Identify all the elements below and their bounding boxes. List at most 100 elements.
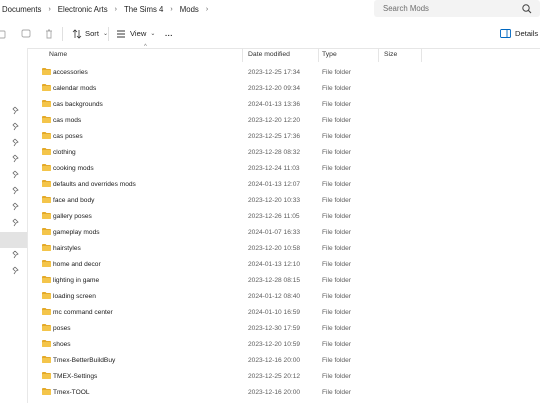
table-row[interactable]: cas mods 2023-12-20 12:20 File folder	[28, 112, 540, 128]
breadcrumb-electronic-arts[interactable]: Electronic Arts	[56, 5, 110, 14]
column-header-type[interactable]: Type	[322, 51, 337, 58]
search-box[interactable]: Search Mods	[374, 0, 540, 17]
file-name[interactable]: Tmex-TOOL	[53, 389, 90, 396]
file-name[interactable]: home and decor	[53, 261, 101, 268]
table-row[interactable]: Tmex-BetterBuildBuy 2023-12-16 20:00 File …	[28, 352, 540, 368]
search-icon[interactable]	[520, 2, 534, 16]
table-row[interactable]: cooking mods 2023-12-24 11:03 File folder	[28, 160, 540, 176]
table-row[interactable]: poses 2023-12-30 17:59 File folder	[28, 320, 540, 336]
file-date-modified: 2023-12-30 17:59	[248, 324, 301, 332]
file-name[interactable]: calendar mods	[53, 85, 96, 92]
file-date-modified: 2023-12-20 10:58	[248, 244, 301, 252]
file-name[interactable]: hairstyles	[53, 245, 81, 252]
table-row[interactable]: Tmex-TOOL 2023-12-16 20:00 File folder	[28, 384, 540, 400]
table-row[interactable]: calendar mods 2023-12-20 09:34 File folder	[28, 80, 540, 96]
pin-icon[interactable]	[12, 186, 20, 195]
file-date-modified: 2023-12-28 08:32	[248, 148, 301, 156]
folder-icon	[42, 100, 51, 107]
file-name[interactable]: TMEX-Settings	[53, 373, 97, 380]
view-label: View	[130, 29, 147, 38]
file-name[interactable]: gallery poses	[53, 213, 92, 220]
file-name[interactable]: face and body	[53, 197, 94, 204]
breadcrumb-the-sims-4[interactable]: The Sims 4	[122, 5, 165, 14]
table-row[interactable]: gallery poses 2023-12-26 11:05 File folder	[28, 208, 540, 224]
file-name[interactable]: shoes	[53, 341, 71, 348]
file-date-modified: 2023-12-24 11:03	[248, 164, 300, 172]
table-row[interactable]: shoes 2023-12-20 10:59 File folder	[28, 336, 540, 352]
file-name[interactable]: defaults and overrides mods	[53, 181, 136, 188]
pin-icon[interactable]	[12, 218, 20, 227]
column-header-size[interactable]: Size	[384, 51, 397, 58]
file-name[interactable]: cas mods	[53, 117, 81, 124]
folder-icon	[42, 276, 51, 283]
file-name[interactable]: mc command center	[53, 309, 113, 316]
pin-icon[interactable]	[12, 266, 20, 275]
table-row[interactable]: loading screen 2024-01-12 08:40 File folde…	[28, 288, 540, 304]
file-date-modified: 2023-12-25 20:12	[248, 372, 301, 380]
table-row[interactable]: defaults and overrides mods 2024-01-13 12…	[28, 176, 540, 192]
file-type: File folder	[322, 260, 351, 268]
details-pane-icon	[500, 29, 511, 38]
view-button[interactable]: View ⌄	[116, 19, 155, 48]
breadcrumb-mods[interactable]: Mods	[178, 5, 201, 14]
file-name[interactable]: clothing	[53, 149, 76, 156]
rename-icon[interactable]	[21, 28, 31, 39]
pin-icon[interactable]	[12, 202, 20, 211]
table-row[interactable]: gameplay mods 2024-01-07 16:33 File folder	[28, 224, 540, 240]
delete-icon[interactable]	[44, 28, 54, 39]
pin-icon[interactable]	[12, 138, 20, 147]
file-type: File folder	[322, 84, 351, 92]
table-row[interactable]: mc command center 2024-01-10 16:59 File fo…	[28, 304, 540, 320]
pin-icon[interactable]	[12, 122, 20, 131]
search-input[interactable]: Search Mods	[374, 4, 520, 13]
file-type: File folder	[322, 132, 351, 140]
table-row[interactable]: cas poses 2023-12-25 17:36 File folder	[28, 128, 540, 144]
file-type: File folder	[322, 100, 351, 108]
file-name[interactable]: Tmex-BetterBuildBuy	[53, 357, 115, 364]
table-row[interactable]: lighting in game 2023-12-28 08:15 File fol…	[28, 272, 540, 288]
table-row[interactable]: clothing 2023-12-28 08:32 File folder	[28, 144, 540, 160]
pin-icon[interactable]	[12, 154, 20, 163]
chevron-right-icon[interactable]: ›	[165, 6, 177, 13]
column-divider[interactable]	[242, 48, 243, 62]
nav-selected-item[interactable]	[0, 232, 27, 248]
sort-icon	[72, 28, 82, 39]
chevron-right-icon[interactable]: ›	[43, 6, 55, 13]
table-row[interactable]: cas backgrounds 2024-01-13 13:36 File fold…	[28, 96, 540, 112]
folder-icon	[42, 84, 51, 91]
file-name[interactable]: loading screen	[53, 293, 96, 300]
chevron-right-icon[interactable]: ›	[110, 6, 122, 13]
toolbar-divider	[62, 27, 63, 41]
folder-icon	[42, 180, 51, 187]
pin-icon[interactable]	[12, 106, 20, 115]
sort-button[interactable]: Sort ⌄	[72, 19, 108, 48]
table-row[interactable]: accessories 2023-12-25 17:34 File folder	[28, 64, 540, 80]
column-header-date[interactable]: Date modified	[248, 51, 290, 58]
file-name[interactable]: cooking mods	[53, 165, 94, 172]
file-name[interactable]: lighting in game	[53, 277, 99, 284]
breadcrumb-documents[interactable]: Documents	[0, 5, 43, 14]
table-row[interactable]: TMEX-Settings 2023-12-25 20:12 File folder	[28, 368, 540, 384]
file-name[interactable]: cas poses	[53, 133, 83, 140]
table-row[interactable]: face and body 2023-12-20 10:33 File folder	[28, 192, 540, 208]
column-header-name[interactable]: Name	[49, 51, 67, 58]
view-icon	[117, 30, 125, 37]
file-type: File folder	[322, 116, 351, 124]
file-name[interactable]: accessories	[53, 69, 88, 76]
file-name[interactable]: cas backgrounds	[53, 101, 103, 108]
chevron-right-icon[interactable]: ›	[201, 6, 213, 13]
share-icon[interactable]	[0, 28, 7, 39]
details-pane-button[interactable]: Details	[500, 19, 538, 48]
column-header-row: ^ Name Date modified Type Size	[28, 44, 540, 62]
file-name[interactable]: gameplay mods	[53, 229, 100, 236]
more-options-button[interactable]: ...	[165, 19, 173, 48]
column-divider[interactable]	[378, 48, 379, 62]
pin-icon[interactable]	[12, 250, 20, 259]
pin-icon[interactable]	[12, 170, 20, 179]
table-row[interactable]: home and decor 2024-01-13 12:10 File folde…	[28, 256, 540, 272]
table-row[interactable]: hairstyles 2023-12-20 10:58 File folder	[28, 240, 540, 256]
column-divider[interactable]	[421, 48, 422, 62]
file-name[interactable]: poses	[53, 325, 71, 332]
file-type: File folder	[322, 324, 351, 332]
column-divider[interactable]	[318, 48, 319, 62]
